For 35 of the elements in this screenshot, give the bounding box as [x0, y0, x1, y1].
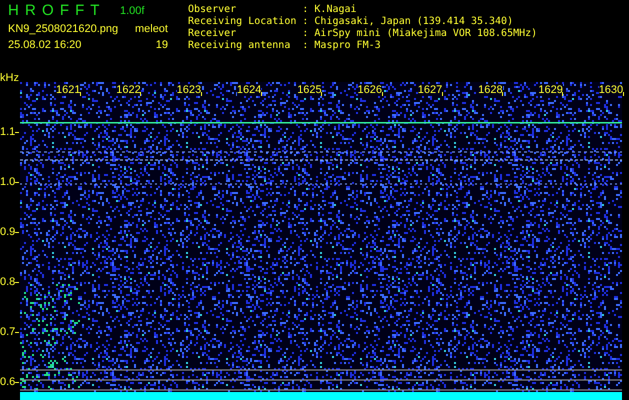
- info-separator: :: [302, 4, 308, 16]
- x-axis-label: 1628: [478, 84, 503, 96]
- app-title: H R O F F T: [8, 2, 102, 19]
- y-axis-label: 1.0: [0, 176, 16, 188]
- y-axis-label: 1.1: [0, 126, 16, 138]
- info-label: Receiver: [188, 28, 238, 40]
- version-label: 1.00f: [120, 4, 146, 16]
- x-axis-label: 1621: [56, 84, 80, 96]
- x-axis-label: 1625: [297, 84, 322, 96]
- unit-label: kHz: [0, 72, 19, 84]
- info-label: Receiving antenna: [188, 40, 292, 52]
- info-value: Chigasaki, Japan (139.414 35.340): [314, 16, 514, 28]
- x-axis-label: 1630: [598, 84, 624, 96]
- y-axis-label: 0.7: [0, 326, 16, 338]
- filename-label: KN9_2508021620.png: [8, 23, 120, 35]
- info-value: Maspro FM-3: [314, 40, 382, 52]
- info-label: Observer: [188, 4, 238, 16]
- datetime-label: 25.08.02 16:20: [8, 39, 82, 51]
- info-separator: :: [302, 16, 308, 28]
- info-label: Receiving Location: [188, 16, 296, 28]
- y-axis-label: 0.8: [0, 276, 16, 288]
- x-axis-label: 1627: [418, 84, 442, 96]
- count-label: 19: [154, 39, 168, 51]
- y-axis-label: 0.6: [0, 376, 16, 388]
- y-axis-label: 0.9: [0, 226, 16, 238]
- x-axis-label: 1629: [538, 84, 563, 96]
- x-axis-label: 1624: [236, 84, 262, 96]
- x-axis-label: 1623: [176, 84, 202, 96]
- x-axis-label: 1626: [358, 84, 382, 96]
- info-separator: :: [302, 40, 308, 52]
- info-separator: :: [302, 28, 308, 40]
- info-value: AirSpy mini (Miakejima VOR 108.65MHz): [314, 28, 538, 40]
- info-value: K.Nagai: [314, 4, 358, 16]
- x-axis-label: 1622: [116, 84, 141, 96]
- mode-label: meleot: [134, 23, 168, 35]
